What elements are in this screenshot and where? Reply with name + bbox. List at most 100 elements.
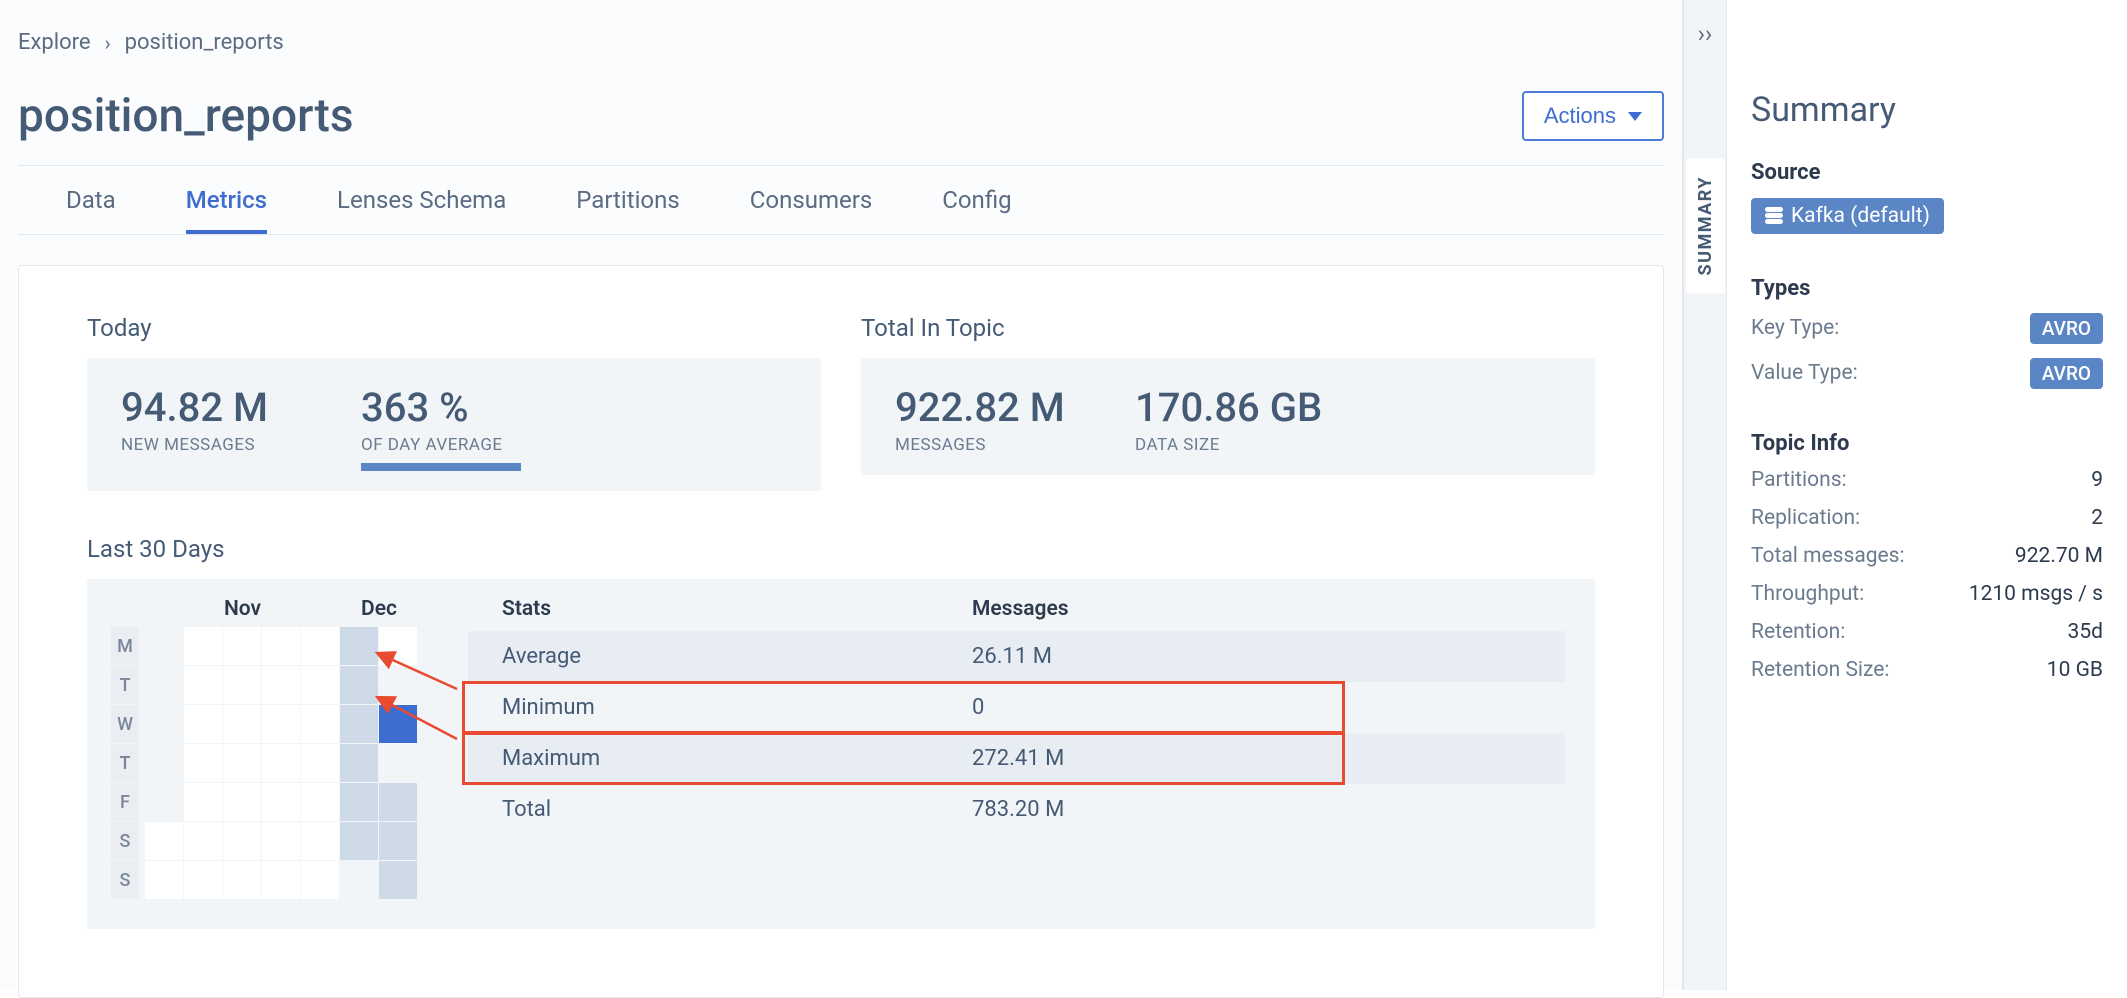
heatmap-cell[interactable] <box>145 861 183 899</box>
heatmap-cell[interactable] <box>262 822 300 860</box>
day-label: M <box>111 627 139 665</box>
heatmap-cell[interactable] <box>340 783 378 821</box>
tab-data[interactable]: Data <box>66 186 116 234</box>
topic-info-row: Total messages:922.70 M <box>1751 544 2103 568</box>
tab-partitions[interactable]: Partitions <box>576 186 680 234</box>
heatmap-cell[interactable] <box>379 627 417 665</box>
heatmap-cell[interactable] <box>184 705 222 743</box>
metric-value: 922.82 M <box>895 384 1075 431</box>
heatmap-cell[interactable] <box>379 861 417 899</box>
tab-metrics[interactable]: Metrics <box>186 186 267 234</box>
main-panel: Explore › position_reports position_repo… <box>0 0 1683 990</box>
heatmap-cell[interactable] <box>262 783 300 821</box>
heatmap-cell[interactable] <box>262 744 300 782</box>
tab-lenses-schema[interactable]: Lenses Schema <box>337 186 506 234</box>
heatmap-cell[interactable] <box>223 705 261 743</box>
heatmap-cell[interactable] <box>301 627 339 665</box>
stats-rows: Average26.11 MMinimum0Maximum272.41 MTot… <box>468 631 1565 835</box>
heatmap-cell[interactable] <box>145 744 183 782</box>
topic-info-key: Retention Size: <box>1751 658 1890 682</box>
tab-config[interactable]: Config <box>942 186 1011 234</box>
heatmap-cell[interactable] <box>145 783 183 821</box>
heatmap-cell[interactable] <box>340 705 378 743</box>
heatmap-cell[interactable] <box>184 783 222 821</box>
heatmap-cell[interactable] <box>340 861 378 899</box>
topic-info-key: Retention: <box>1751 620 1845 644</box>
key-type-value[interactable]: AVRO <box>2030 313 2103 344</box>
day-label: F <box>111 783 139 821</box>
heatmap-cell[interactable] <box>184 666 222 704</box>
heatmap-cell[interactable] <box>223 822 261 860</box>
total-topic-group: Total In Topic 922.82 M MESSAGES 170.86 … <box>861 314 1595 491</box>
metric-label: OF DAY AVERAGE <box>361 435 541 455</box>
heatmap-col <box>223 627 261 899</box>
topic-info-label: Topic Info <box>1751 431 2103 456</box>
heatmap-cell[interactable] <box>223 783 261 821</box>
heatmap-cell[interactable] <box>379 666 417 704</box>
heatmap-cell[interactable] <box>379 783 417 821</box>
topic-info-row: Partitions:9 <box>1751 468 2103 492</box>
heatmap-cell[interactable] <box>379 744 417 782</box>
value-type-label: Value Type: <box>1751 361 1858 385</box>
heatmap-cell[interactable] <box>223 744 261 782</box>
stats-row: Maximum272.41 M <box>468 733 1565 784</box>
value-type-value[interactable]: AVRO <box>2030 358 2103 389</box>
heatmap-cell[interactable] <box>340 627 378 665</box>
metrics-card: Today 94.82 M NEW MESSAGES 363 % OF DAY … <box>18 265 1664 998</box>
breadcrumb: Explore › position_reports <box>18 30 1664 55</box>
heatmap-cell[interactable] <box>184 822 222 860</box>
tab-consumers[interactable]: Consumers <box>750 186 872 234</box>
today-group: Today 94.82 M NEW MESSAGES 363 % OF DAY … <box>87 314 821 491</box>
chevron-right-icon: › <box>105 31 111 55</box>
heatmap-cell[interactable] <box>184 861 222 899</box>
heatmap-cell[interactable] <box>223 666 261 704</box>
stats-value: 26.11 M <box>972 644 1565 669</box>
database-icon <box>1765 207 1783 224</box>
actions-button[interactable]: Actions <box>1522 91 1664 141</box>
metric-value: 170.86 GB <box>1135 384 1322 431</box>
heatmap-cell[interactable] <box>301 822 339 860</box>
key-type-row: Key Type: AVRO <box>1751 313 2103 344</box>
heatmap-cell[interactable] <box>223 861 261 899</box>
heatmap-cell[interactable] <box>301 705 339 743</box>
heatmap-cell[interactable] <box>340 744 378 782</box>
heatmap-cell[interactable] <box>379 705 417 743</box>
topic-info-key: Partitions: <box>1751 468 1847 492</box>
heatmap-cell[interactable] <box>145 666 183 704</box>
breadcrumb-root[interactable]: Explore <box>18 30 91 55</box>
source-pill[interactable]: Kafka (default) <box>1751 198 1944 234</box>
day-label: S <box>111 822 139 860</box>
topic-info-rows: Partitions:9Replication:2Total messages:… <box>1751 468 2103 682</box>
total-topic-title: Total In Topic <box>861 314 1595 342</box>
heatmap-cell[interactable] <box>145 705 183 743</box>
heatmap-cell[interactable] <box>262 705 300 743</box>
heatmap-cell[interactable] <box>379 822 417 860</box>
breadcrumb-current: position_reports <box>125 30 284 55</box>
day-label: W <box>111 705 139 743</box>
heatmap-col <box>301 627 339 899</box>
topic-info-key: Replication: <box>1751 506 1860 530</box>
heatmap-cell[interactable] <box>301 783 339 821</box>
heatmap-col <box>340 627 378 899</box>
side-tab-label[interactable]: SUMMARY <box>1686 158 1725 293</box>
stats-header: Stats Messages <box>468 597 1565 631</box>
heatmap-cell[interactable] <box>262 666 300 704</box>
heatmap-cell[interactable] <box>340 822 378 860</box>
heatmap-cell[interactable] <box>301 666 339 704</box>
source-value: Kafka (default) <box>1791 204 1930 228</box>
month-nov: Nov <box>145 597 340 621</box>
heatmap-cell[interactable] <box>145 822 183 860</box>
heatmap-cell[interactable] <box>301 744 339 782</box>
heatmap-cell[interactable] <box>145 627 183 665</box>
heatmap-cell[interactable] <box>223 627 261 665</box>
heatmap-cell[interactable] <box>301 861 339 899</box>
heatmap-cell[interactable] <box>262 627 300 665</box>
heatmap-cell[interactable] <box>184 627 222 665</box>
heatmap-cell[interactable] <box>340 666 378 704</box>
expand-icon[interactable]: ›› <box>1698 20 1712 48</box>
day-labels: M T W T F S S <box>111 627 139 899</box>
metric-new-messages: 94.82 M NEW MESSAGES <box>121 384 301 471</box>
heatmap-cell[interactable] <box>184 744 222 782</box>
source-label: Source <box>1751 160 2103 185</box>
heatmap-cell[interactable] <box>262 861 300 899</box>
